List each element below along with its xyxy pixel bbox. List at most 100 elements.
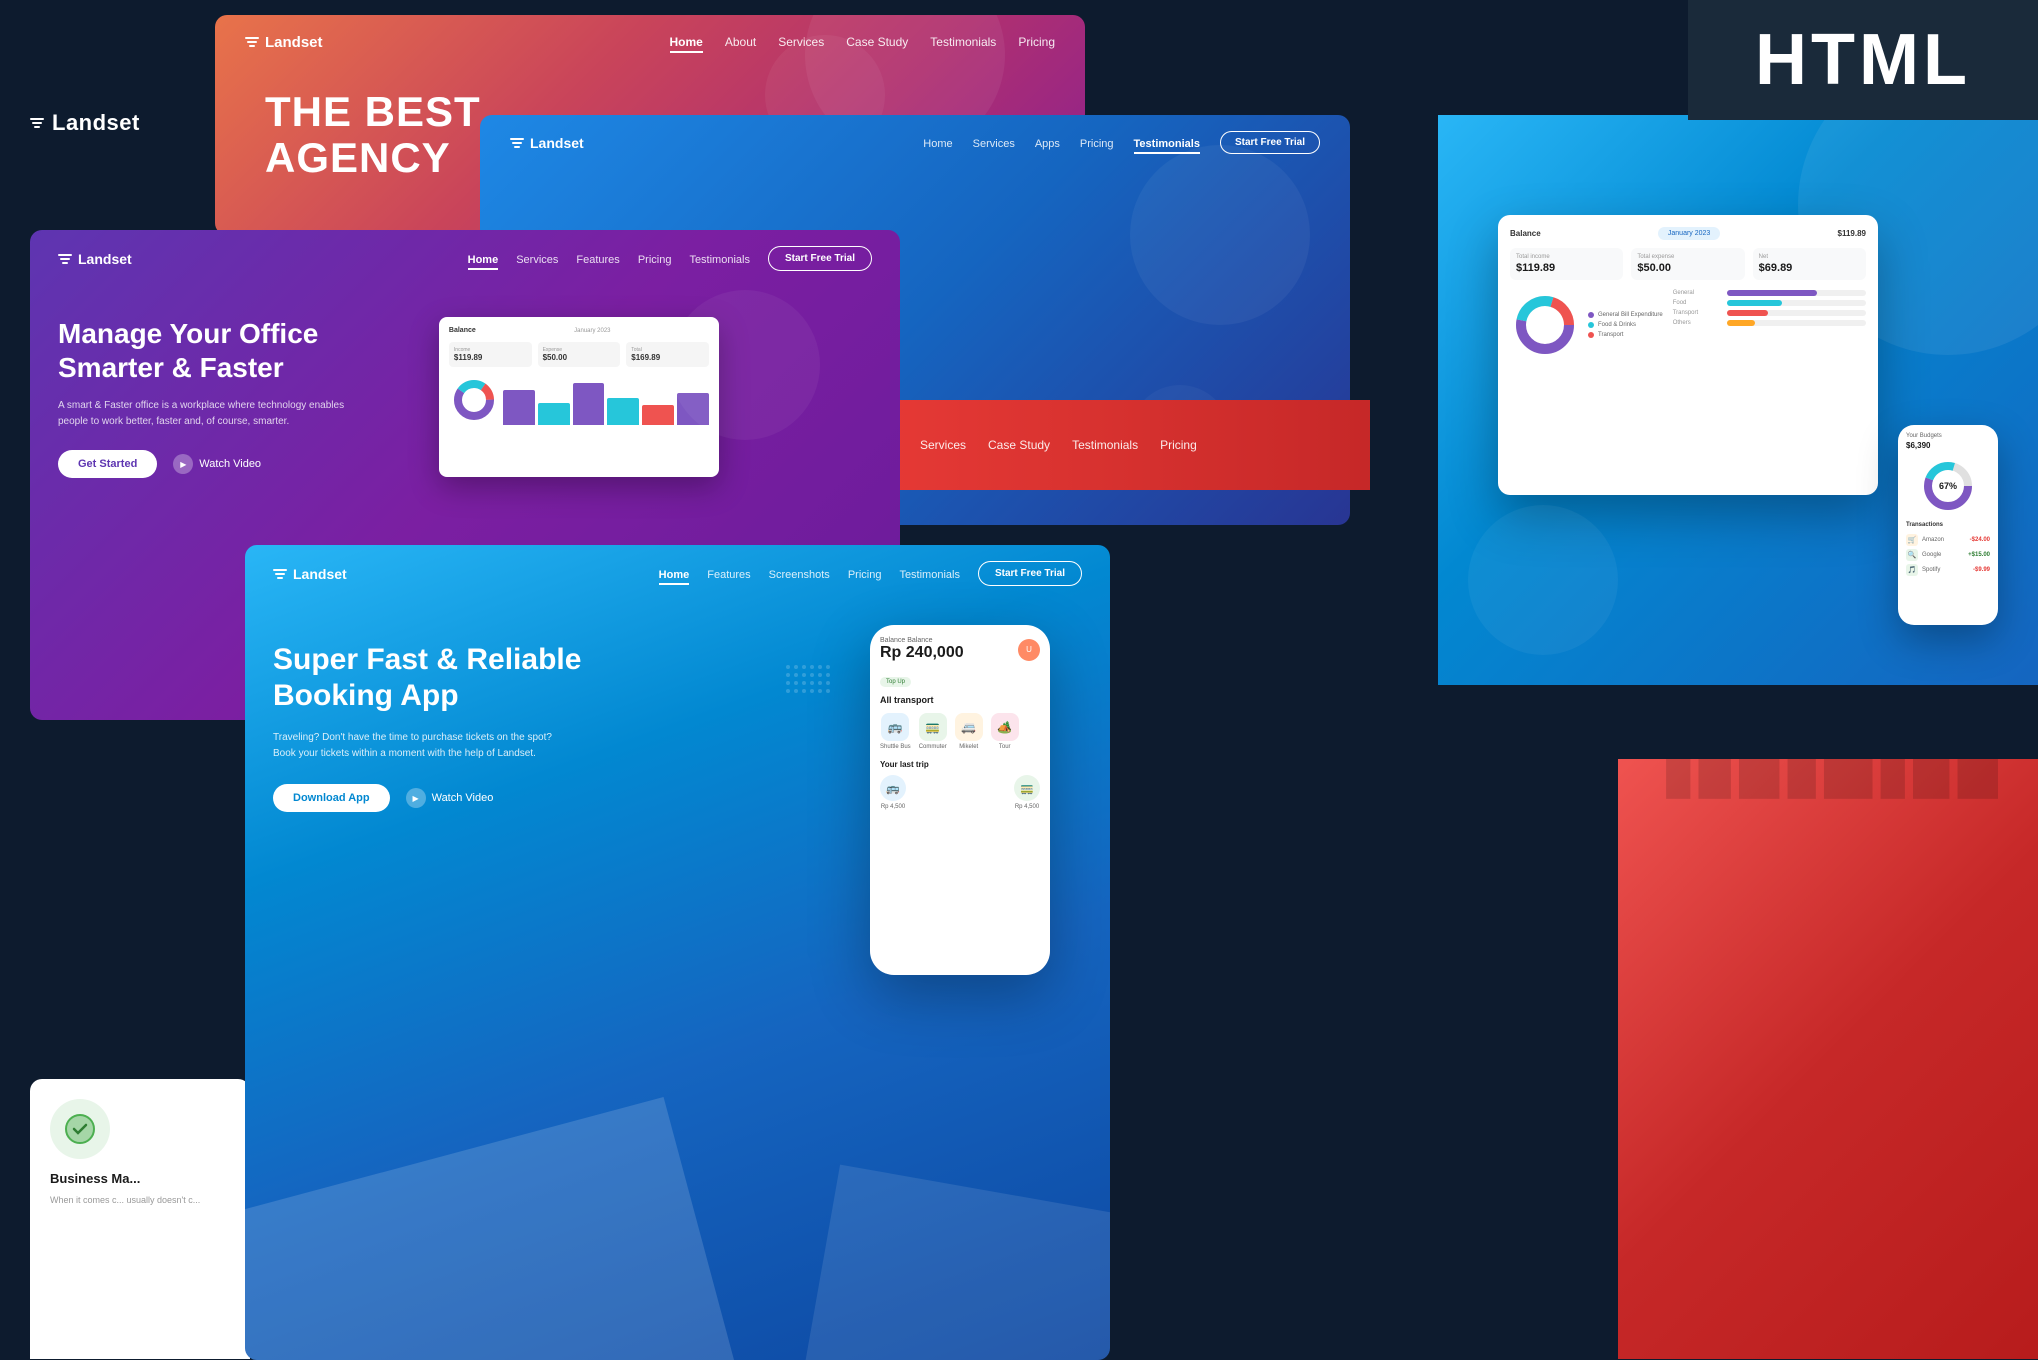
- card-red-logo: Landset: [245, 34, 323, 51]
- cr2-nav-services[interactable]: Services: [920, 438, 966, 452]
- cb-nav-testimonials[interactable]: Testimonials: [1134, 138, 1200, 154]
- card-red2: Services Case Study Testimonials Pricing: [890, 400, 1370, 490]
- lb-nav-testimonials[interactable]: Testimonials: [899, 569, 960, 581]
- card-lb-cta[interactable]: Start Free Trial: [978, 561, 1082, 586]
- phone-option-commuter[interactable]: 🚃 Commuter: [919, 713, 947, 750]
- dash-header: Balance January 2023: [449, 327, 709, 334]
- cp-nav-testimonials[interactable]: Testimonials: [689, 254, 750, 266]
- watch-video-button[interactable]: ▶ Watch Video: [173, 454, 261, 474]
- tablet-legend: General Bill Expenditure Food & Drinks T…: [1588, 312, 1663, 338]
- tablet-cards-row: Total income $119.89 Total expense $50.0…: [1510, 248, 1866, 280]
- card-red-nav-links: Home About Services Case Study Testimoni…: [670, 33, 1055, 51]
- sp-transactions: Transactions 🛒 Amazon -$24.00 🔍 Google +…: [1906, 522, 1990, 576]
- phone-mockup: Balance Balance Rp 240,000 U Top Up All …: [870, 625, 1050, 975]
- sp-label: Your Budgets: [1906, 433, 1990, 439]
- card-purple-text: Manage Your OfficeSmarter & Faster A sma…: [58, 317, 419, 478]
- cp-nav-pricing[interactable]: Pricing: [638, 254, 672, 266]
- purple-circle-deco: [670, 290, 820, 440]
- card-red-bottom: [1618, 759, 2038, 1359]
- download-app-button[interactable]: Download App: [273, 784, 390, 812]
- lb-nav-pricing[interactable]: Pricing: [848, 569, 882, 581]
- sidebar-logo-text: Landset: [52, 110, 140, 136]
- nav-pricing[interactable]: Pricing: [1018, 35, 1055, 49]
- nav-testimonials[interactable]: Testimonials: [930, 35, 996, 49]
- card-purple-actions: Get Started ▶ Watch Video: [58, 450, 419, 478]
- svg-text:67%: 67%: [1939, 481, 1957, 491]
- phone-option-tour[interactable]: 🏕️ Tour: [991, 713, 1019, 750]
- tablet-donut-chart: [1510, 290, 1580, 360]
- phone-transport-label: All transport: [880, 695, 1040, 705]
- nav-home[interactable]: Home: [670, 35, 703, 53]
- lb-nav-screenshots[interactable]: Screenshots: [769, 569, 830, 581]
- dash-chart-area: [449, 375, 709, 425]
- card-light-blue: Landset Home Features Screenshots Pricin…: [245, 545, 1110, 1360]
- cr2-nav-pricing[interactable]: Pricing: [1160, 438, 1197, 452]
- phone-option-mikelet[interactable]: 🚐 Mikelet: [955, 713, 983, 750]
- card-blue-nav-links: Home Services Apps Pricing Testimonials …: [923, 131, 1320, 154]
- get-started-button[interactable]: Get Started: [58, 450, 157, 478]
- cp-nav-features[interactable]: Features: [576, 254, 619, 266]
- tablet-date-picker[interactable]: January 2023: [1658, 227, 1720, 240]
- card-purple-cta[interactable]: Start Free Trial: [768, 246, 872, 271]
- cb-nav-home[interactable]: Home: [923, 138, 952, 150]
- dash-card-1: Income $119.89: [449, 342, 532, 367]
- tablet-stat-1-label: Total income: [1516, 254, 1617, 260]
- tablet-stat-2: Total expense $50.00: [1631, 248, 1744, 280]
- tablet-amount: $119.89: [1838, 229, 1866, 238]
- card-lb-logo: Landset: [273, 566, 347, 582]
- nav-services[interactable]: Services: [778, 35, 824, 49]
- tablet-stat-1-value: $119.89: [1516, 262, 1617, 274]
- cp-nav-services[interactable]: Services: [516, 254, 558, 266]
- tablet-stat-2-label: Total expense: [1637, 254, 1738, 260]
- lb-nav-home[interactable]: Home: [659, 569, 690, 585]
- phone-balance: Rp 240,000: [880, 644, 964, 662]
- card-blue-nav: Landset Home Services Apps Pricing Testi…: [480, 115, 1350, 170]
- lb-diagonal-1: [245, 1097, 741, 1360]
- play-icon: ▶: [173, 454, 193, 474]
- dash-title: Balance: [449, 327, 476, 334]
- phone-option-shuttle[interactable]: 🚌 Shuttle Bus: [880, 713, 911, 750]
- card-purple-logo: Landset: [58, 251, 132, 267]
- cb-nav-services[interactable]: Services: [973, 138, 1015, 150]
- phone-trip-2: 🚃 Rp 4,500: [1014, 775, 1040, 810]
- card-lb-nav: Landset Home Features Screenshots Pricin…: [245, 545, 1110, 602]
- lb-watch-video-button[interactable]: ▶ Watch Video: [406, 788, 494, 808]
- lb-play-icon: ▶: [406, 788, 426, 808]
- tablet-title: Balance: [1510, 229, 1541, 238]
- card-purple-nav-links: Home Services Features Pricing Testimoni…: [468, 246, 872, 271]
- phone-header: Balance Balance Rp 240,000 U: [880, 637, 1040, 662]
- sp-txn-2: 🔍 Google +$15.00: [1906, 549, 1990, 561]
- cr2-nav-casestudy[interactable]: Case Study: [988, 438, 1050, 452]
- html-badge-text: HTML: [1755, 19, 1971, 101]
- cr2-nav-testimonials[interactable]: Testimonials: [1072, 438, 1138, 452]
- cp-nav-home[interactable]: Home: [468, 254, 499, 270]
- card-blue-cta[interactable]: Start Free Trial: [1220, 131, 1320, 154]
- card-purple-logo-icon: [58, 254, 72, 264]
- nav-case-study[interactable]: Case Study: [846, 35, 908, 49]
- card-lb-logo-icon: [273, 569, 287, 579]
- tablet-stat-3: Net $69.89: [1753, 248, 1866, 280]
- lb-nav-features[interactable]: Features: [707, 569, 750, 581]
- tablet-stat-1: Total income $119.89: [1510, 248, 1623, 280]
- card-red-nav: Landset Home About Services Case Study T…: [215, 15, 1085, 69]
- card-blue-logo: Landset: [510, 135, 584, 151]
- card-red2-nav-links: Services Case Study Testimonials Pricing: [920, 436, 1197, 454]
- small-phone: Your Budgets $6,390 67% Transactions 🛒 A…: [1898, 425, 1998, 625]
- phone-last-trip-label: Your last trip: [880, 760, 1040, 769]
- tablet-header-row: Balance January 2023 $119.89: [1510, 227, 1866, 240]
- card-lb-nav-links: Home Features Screenshots Pricing Testim…: [659, 561, 1082, 586]
- legend-item-1: General Bill Expenditure: [1588, 312, 1663, 318]
- card-lb-hero: Super Fast & ReliableBooking App Traveli…: [245, 602, 1110, 832]
- cb-nav-apps[interactable]: Apps: [1035, 138, 1060, 150]
- card-bottom-left: Business Ma... When it comes c... usuall…: [30, 1079, 250, 1359]
- dash-date: January 2023: [574, 328, 610, 334]
- nav-about[interactable]: About: [725, 35, 756, 49]
- card-purple-desc: A smart & Faster office is a workplace w…: [58, 398, 358, 430]
- city-skyline: [1658, 759, 1998, 799]
- cb-nav-pricing[interactable]: Pricing: [1080, 138, 1114, 150]
- sp-title: $6,390: [1906, 441, 1990, 450]
- card-red-logo-icon: [245, 37, 259, 47]
- card-devices: Balance January 2023 $119.89 Total incom…: [1438, 115, 2038, 685]
- card-purple-nav: Landset Home Services Features Pricing T…: [30, 230, 900, 287]
- tablet-chart-section: General Bill Expenditure Food & Drinks T…: [1510, 290, 1866, 360]
